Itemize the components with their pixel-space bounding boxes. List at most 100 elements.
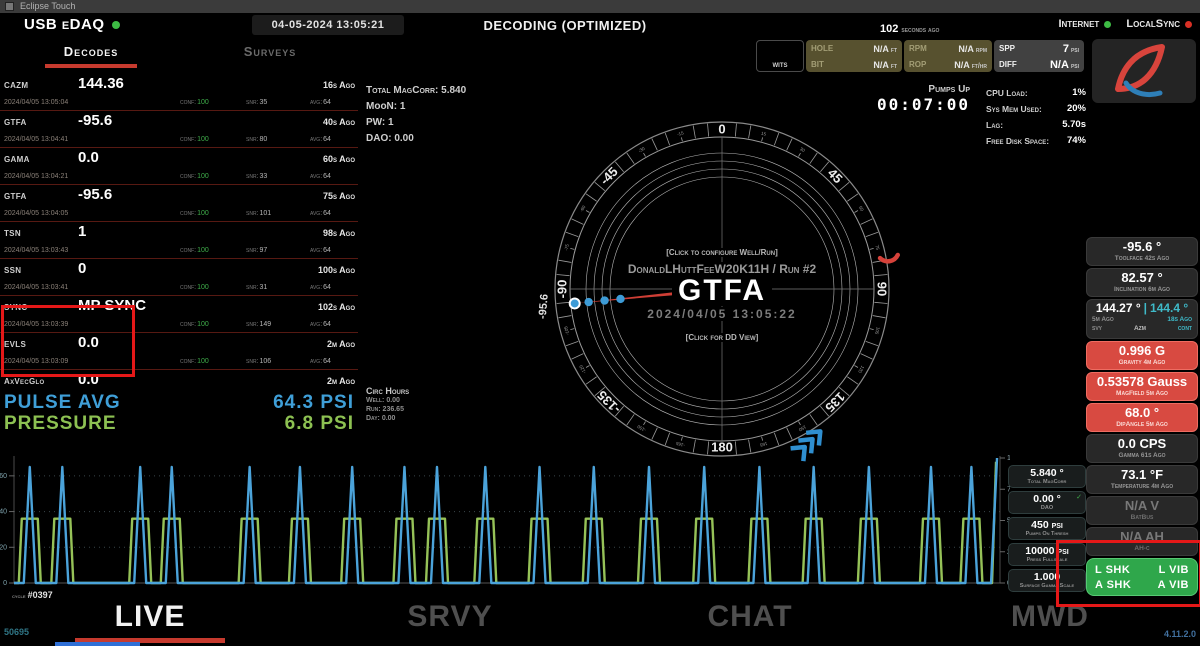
bottom-tab[interactable]: LIVE — [50, 600, 250, 634]
svg-text:20: 20 — [0, 544, 7, 551]
svg-text:-120: -120 — [578, 364, 587, 375]
readout-tile[interactable]: 73.1 °F Temperature 4m Ago — [1086, 465, 1198, 494]
rotation-chevrons-icon — [790, 429, 823, 462]
decode-conf: conf:100 — [180, 247, 209, 254]
device-name: USB eDAQ — [24, 16, 105, 33]
svg-text:150: 150 — [797, 424, 806, 432]
decode-snr: snr:106 — [246, 358, 272, 365]
svg-text:30: 30 — [799, 146, 806, 153]
decode-row[interactable]: TSN 1 98s Ago 2024/04/05 13:03:43 conf:1… — [0, 222, 358, 259]
readout-tile[interactable]: 0.53578 Gauss MagField 5m Ago — [1086, 372, 1198, 401]
svg-text:-30: -30 — [638, 146, 647, 154]
decode-avg: avg:64 — [310, 247, 331, 254]
wits-label: wits — [756, 40, 804, 72]
readout-tile[interactable]: N/A V BatBus — [1086, 496, 1198, 525]
annotation-rect-decodes — [1, 305, 135, 377]
footer-version: 4.11.2.0 — [1163, 629, 1196, 639]
decode-snr: snr:101 — [246, 210, 272, 217]
internet-label: Internet — [1058, 18, 1100, 30]
footer-serial: 50695 — [4, 627, 30, 637]
bottom-tab[interactable]: SRVY — [350, 600, 550, 634]
svg-text:100: 100 — [1007, 455, 1010, 462]
decode-row[interactable]: SSN 0 100s Ago 2024/04/05 13:03:41 conf:… — [0, 259, 358, 296]
taskbar-strip — [55, 642, 140, 646]
decode-row[interactable]: GAMA 0.0 60s Ago 2024/04/05 13:04:21 con… — [0, 148, 358, 185]
decode-conf: conf:100 — [180, 210, 209, 217]
setting-tile[interactable]: 5.840 ° Total MagCorr — [1008, 465, 1086, 488]
bottom-tab[interactable]: CHAT — [650, 600, 850, 634]
configure-well-run-link[interactable]: [Click to configure Well/Run] — [660, 248, 784, 257]
decode-ago: 102s Ago — [317, 302, 355, 312]
decode-ago: 2m Ago — [326, 339, 355, 349]
decode-snr: snr:33 — [246, 173, 268, 180]
moon: MooN: 1 — [366, 101, 406, 112]
svg-text:0: 0 — [3, 580, 7, 587]
wits-rpm-rop: RPM N/A rpm ROP N/A ft/hr — [904, 40, 992, 72]
circ-well: Well: 0.00 — [366, 397, 400, 404]
decode-row[interactable]: GTFA -95.6 40s Ago 2024/04/05 13:04:41 c… — [0, 111, 358, 148]
decode-ago: 16s Ago — [322, 80, 355, 90]
decode-time: 2024/04/05 13:04:41 — [4, 136, 69, 143]
setting-tile[interactable]: 450 psi Pumps On Thresh — [1008, 517, 1086, 540]
cycle-counter: cycle #0397 — [12, 590, 53, 600]
decode-label: SSN — [4, 266, 22, 275]
decode-conf: conf:100 — [180, 284, 209, 291]
decode-row[interactable]: GTFA -95.6 75s Ago 2024/04/05 13:04:05 c… — [0, 185, 358, 222]
decoding-status: DECODING (OPTIMIZED) — [483, 18, 647, 33]
svg-text:135: 135 — [822, 389, 848, 415]
decode-conf: conf:100 — [180, 321, 209, 328]
decode-snr: snr:149 — [246, 321, 272, 328]
ago-value: 102 — [880, 23, 899, 35]
annotation-rect-shock — [1056, 540, 1200, 607]
ago-unit: seconds ago — [901, 27, 940, 34]
decode-label: GTFA — [4, 192, 27, 201]
svy-azm-tile[interactable]: 144.27 ° | 144.4 ° 5m Ago 18s Ago svy Azm con… — [1086, 299, 1198, 339]
readout-tile[interactable]: -95.6 ° Toolface 42s Ago — [1086, 237, 1198, 266]
circ-hours-title: Circ Hours — [366, 386, 410, 396]
decode-conf: conf:100 — [180, 99, 209, 106]
decode-value: 144.36 — [78, 75, 124, 92]
mag-info: Total MagCorr: 5.840 MooN: 1 PW: 1 DAO: … — [366, 83, 466, 147]
system-stats: CPU Load: 1% Sys Mem Used: 20% Lag: 5.70s F… — [986, 85, 1086, 149]
decode-snr: snr:97 — [246, 247, 268, 254]
check-icon: ✓ — [1076, 494, 1082, 501]
decode-avg: avg:64 — [310, 358, 331, 365]
decode-row[interactable]: CAZM 144.36 16s Ago 2024/04/05 13:05:04 … — [0, 74, 358, 111]
wits-hole-bit: HOLE N/A ft BIT N/A ft — [806, 40, 902, 72]
decode-value: 1 — [78, 223, 87, 240]
svg-text:180: 180 — [711, 439, 733, 454]
decode-time: 2024/04/05 13:04:21 — [4, 173, 69, 180]
readout-tile[interactable]: 0.996 G Gravity 4m Ago — [1086, 341, 1198, 370]
decode-snr: snr:80 — [246, 136, 268, 143]
svg-text:-150: -150 — [636, 424, 647, 433]
decode-snr: snr:31 — [246, 284, 268, 291]
decode-ago: 75s Ago — [322, 191, 355, 201]
decode-time: 2024/04/05 13:04:05 — [4, 210, 69, 217]
svg-text:0: 0 — [718, 121, 725, 136]
needle-value-label: -95.6 — [537, 293, 551, 319]
decode-label: AxVecGlo — [4, 377, 45, 386]
svg-text:15: 15 — [761, 131, 768, 137]
pressure-label: PRESSURE — [4, 413, 117, 434]
circ-hours: Circ Hours Well: 0.00 Run: 236.65 Day: 0… — [366, 386, 409, 423]
system-stat-row: CPU Load: 1% — [986, 87, 1086, 98]
readout-tile[interactable]: 82.57 ° Inclination 6m Ago — [1086, 268, 1198, 297]
tab-decodes[interactable]: Decodes — [45, 44, 137, 59]
pumps-up-label: Pumps Up — [928, 84, 970, 95]
connectivity-status: Internet LocalSync — [1058, 18, 1192, 30]
readout-tile[interactable]: 68.0 ° DipAngle 5m Ago — [1086, 403, 1198, 432]
svg-text:-165: -165 — [675, 441, 685, 448]
decode-avg: avg:64 — [310, 136, 331, 143]
window-titlebar: Eclipse Touch — [0, 0, 1200, 13]
dd-view-link[interactable]: [Click for DD View] — [679, 333, 765, 342]
circ-day: Day: 0.00 — [366, 415, 396, 422]
readout-tile[interactable]: 0.0 CPS Gamma 61s Ago — [1086, 434, 1198, 463]
dial-param: GTFA — [672, 276, 772, 306]
setting-tile[interactable]: 0.00 ° DAO ✓ — [1008, 491, 1086, 514]
tab-surveys[interactable]: Surveys — [225, 44, 315, 59]
localsync-label: LocalSync — [1126, 18, 1180, 30]
decode-value: 0.0 — [78, 149, 99, 166]
dial-timestamp: 2024/04/05 13:05:22 — [641, 307, 803, 321]
brand-logo — [1092, 39, 1196, 103]
dial-center-info[interactable]: [Click to configure Well/Run] DonaldLHut… — [560, 248, 884, 342]
